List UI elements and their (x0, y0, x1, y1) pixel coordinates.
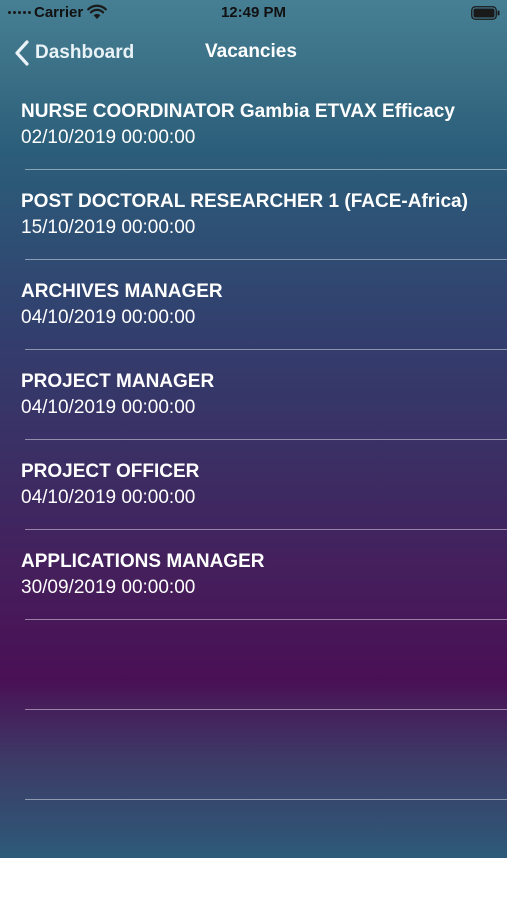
vacancy-date: 04/10/2019 00:00:00 (21, 487, 196, 508)
vacancy-title: PROJECT OFFICER (21, 461, 200, 482)
row-separator (25, 799, 507, 800)
vacancy-row[interactable]: PROJECT OFFICER 04/10/2019 00:00:00 (0, 440, 507, 530)
vacancy-title: PROJECT MANAGER (21, 371, 215, 392)
vacancy-row[interactable]: PROJECT MANAGER 04/10/2019 00:00:00 (0, 350, 507, 440)
battery-icon (471, 6, 500, 20)
vacancy-title: APPLICATIONS MANAGER (21, 551, 265, 572)
vacancy-title: NURSE COORDINATOR Gambia ETVAX Efficacy (21, 101, 455, 122)
vacancy-title: ARCHIVES MANAGER (21, 281, 223, 302)
vacancy-date: 04/10/2019 00:00:00 (21, 397, 196, 418)
chevron-left-icon (15, 40, 29, 66)
vacancy-date: 30/09/2019 00:00:00 (21, 577, 196, 598)
vacancy-row[interactable]: POST DOCTORAL RESEARCHER 1 (FACE-Africa)… (0, 170, 507, 260)
app-screen: Carrier 12:49 PM Dashboard Vacancies NUR… (0, 0, 507, 858)
vacancy-row[interactable]: APPLICATIONS MANAGER 30/09/2019 00:00:00 (0, 530, 507, 620)
page-title: Vacancies (205, 41, 297, 62)
vacancy-row[interactable]: ARCHIVES MANAGER 04/10/2019 00:00:00 (0, 260, 507, 350)
empty-row (0, 620, 507, 710)
status-time: 12:49 PM (220, 4, 287, 21)
vacancy-date: 15/10/2019 00:00:00 (21, 217, 196, 238)
back-button-label: Dashboard (35, 42, 135, 63)
status-bar: Carrier 12:49 PM (0, 0, 507, 26)
empty-row (0, 710, 507, 800)
navigation-bar: Dashboard Vacancies (0, 26, 507, 80)
vacancy-date: 04/10/2019 00:00:00 (21, 307, 196, 328)
back-button[interactable]: Dashboard (14, 38, 134, 68)
vacancy-row[interactable]: NURSE COORDINATOR Gambia ETVAX Efficacy … (0, 80, 507, 170)
vacancy-title: POST DOCTORAL RESEARCHER 1 (FACE-Africa) (21, 191, 468, 212)
vacancy-list: NURSE COORDINATOR Gambia ETVAX Efficacy … (0, 80, 507, 800)
vacancy-date: 02/10/2019 00:00:00 (21, 127, 196, 148)
